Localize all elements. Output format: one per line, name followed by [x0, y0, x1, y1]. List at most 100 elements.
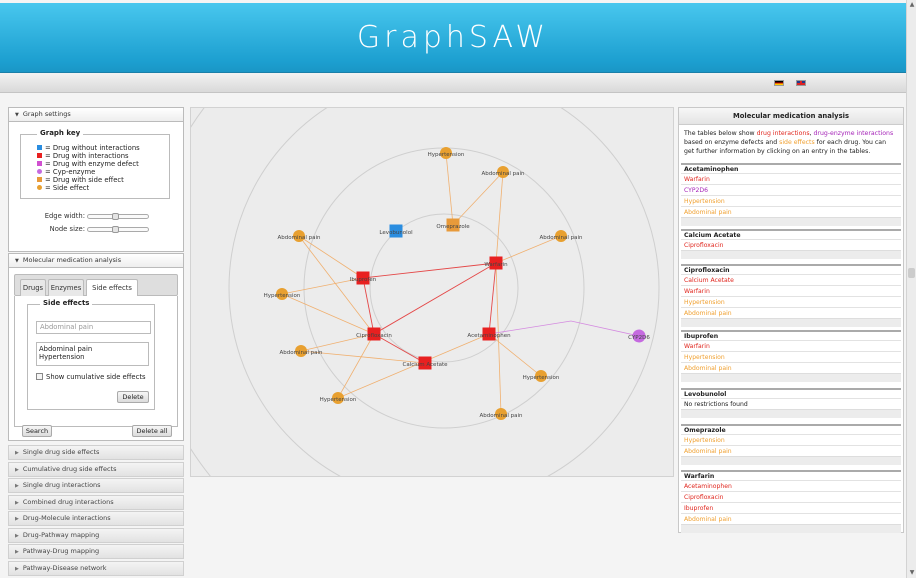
list-item[interactable]: Abdominal pain [39, 345, 146, 353]
drug-table-footer [681, 456, 901, 465]
tab-drugs[interactable]: Drugs [20, 279, 46, 296]
list-item[interactable]: Hypertension [39, 353, 146, 361]
drug-table: Ciprofloxacin Calcium Acetate Warfarin Hype… [681, 264, 901, 327]
drug-table-row[interactable]: Abdominal pain [681, 513, 901, 524]
graph-settings-panel: Graph key = Drug without interactions = D… [8, 122, 184, 252]
drug-table-row[interactable]: CYP2D6 [681, 184, 901, 195]
triangle-right-icon: ▶ [15, 483, 19, 489]
node-size-slider-handle[interactable] [112, 226, 119, 233]
graph-key-label: = Drug with enzyme defect [45, 160, 139, 168]
drug-table-row[interactable]: No restrictions found [681, 398, 901, 409]
drug-table-row[interactable]: Hypertension [681, 195, 901, 206]
language-bar [0, 73, 906, 93]
accordion-item[interactable]: ▶ Single drug side effects [8, 445, 184, 460]
delete-button[interactable]: Delete [117, 391, 149, 403]
accordion-item[interactable]: ▶ Cumulative drug side effects [8, 461, 184, 477]
drug-table-row[interactable]: Ciprofloxacin [681, 239, 901, 250]
de-flag-icon[interactable] [774, 80, 784, 86]
gb-flag-icon[interactable] [796, 80, 806, 86]
cumulative-checkbox-row[interactable]: Show cumulative side effects [36, 373, 146, 381]
drug-label: Levobunolol [379, 230, 413, 236]
mma-header[interactable]: ▼ Molecular medication analysis [8, 253, 184, 268]
drug-table-row[interactable]: Calcium Acetate [681, 274, 901, 285]
drug-table-row[interactable]: Warfarin [681, 285, 901, 296]
results-intro: The tables below show drug interactions,… [684, 129, 898, 156]
side-effect-label: Abdominal pain [479, 413, 523, 419]
square-swatch-icon [37, 177, 42, 182]
side-effect-label: Abdominal pain [481, 171, 525, 177]
scroll-thumb[interactable] [908, 268, 915, 278]
side-effect-edge [495, 171, 504, 264]
side-effect-label: Hypertension [428, 152, 465, 158]
drug-table-row[interactable]: Hypertension [681, 434, 901, 445]
interaction-edge [488, 262, 497, 335]
side-effect-edge [298, 235, 375, 335]
accordion-item[interactable]: ▶ Drug-Pathway mapping [8, 527, 184, 543]
accordion-item[interactable]: ▶ Drug-Molecule interactions [8, 511, 184, 526]
side-effect-edge [488, 333, 542, 377]
intro-text: side effects [779, 139, 815, 146]
drug-label: Acetaminophen [467, 333, 511, 339]
drug-table: Levobunolol No restrictions found [681, 388, 901, 418]
results-panel: Molecular medication analysis The tables… [678, 107, 904, 533]
drug-table-row[interactable]: Abdominal pain [681, 206, 901, 217]
graph-key-label: = Drug with interactions [45, 152, 129, 160]
accordion-item[interactable]: ▶ Pathway-Disease network [8, 560, 184, 576]
drug-label: Warfarin [484, 262, 508, 268]
edge-width-slider[interactable] [87, 213, 149, 220]
scroll-down-arrow-icon[interactable]: ▼ [907, 568, 916, 578]
enzyme-edge [488, 320, 640, 337]
drug-graph[interactable]: Hypertension Abdominal pain Abdominal pain… [190, 107, 674, 477]
drug-table-header: Omeprazole [681, 424, 901, 434]
accordion-item[interactable]: ▶ Pathway-Drug mapping [8, 544, 184, 559]
drug-label: Calcium Acetate [402, 362, 448, 368]
drug-table-footer [681, 409, 901, 418]
side-effect-edge [298, 235, 364, 279]
tab-side-effects[interactable]: Side effects [86, 279, 138, 297]
drug-table-row[interactable]: Ibuprofen [681, 502, 901, 513]
interaction-edge [373, 262, 497, 335]
search-button[interactable]: Search [22, 425, 52, 437]
side-effect-label: Hypertension [320, 397, 357, 403]
triangle-down-icon: ▼ [15, 112, 19, 118]
triangle-down-icon: ▼ [15, 258, 19, 264]
side-effect-label: Abdominal pain [539, 235, 583, 241]
drug-table-row[interactable]: Acetaminophen [681, 480, 901, 491]
drug-table-row[interactable]: Abdominal pain [681, 362, 901, 373]
square-swatch-icon [37, 153, 42, 158]
accordion-item[interactable]: ▶ Single drug interactions [8, 478, 184, 493]
graph-settings-header[interactable]: ▼ Graph settings [8, 107, 184, 122]
tab-bar: Drugs Enzymes Side effects [14, 274, 178, 297]
circle-swatch-icon [37, 185, 42, 190]
side-effect-search-input[interactable]: Abdominal pain [36, 321, 151, 334]
header-banner: GraphSAW [0, 3, 906, 73]
drug-table-footer [681, 524, 901, 533]
drug-table-row[interactable]: Hypertension [681, 351, 901, 362]
square-swatch-icon [37, 161, 42, 166]
drug-table-row[interactable]: Abdominal pain [681, 307, 901, 318]
tab-enzymes[interactable]: Enzymes [48, 279, 84, 296]
drug-table-row[interactable]: Ciprofloxacin [681, 491, 901, 502]
drug-table-row[interactable]: Hypertension [681, 296, 901, 307]
accordion-item-label: Pathway-Disease network [22, 563, 107, 572]
graph-key-item: = Side effect [37, 184, 89, 192]
side-effect-edge [281, 293, 375, 335]
accordion-item-label: Pathway-Drug mapping [22, 547, 100, 555]
graph-key-item: = Drug without interactions [37, 144, 140, 152]
orbit-ring [303, 147, 585, 429]
drug-table: Warfarin Acetaminophen Ciprofloxacin Ibupro… [681, 470, 901, 533]
page-scrollbar[interactable]: ▲ ▼ [906, 0, 916, 578]
accordion-item[interactable]: ▶ Combined drug interactions [8, 494, 184, 510]
drug-table: Ibuprofen Warfarin Hypertension Abdominal p… [681, 330, 901, 382]
cumulative-checkbox[interactable] [36, 373, 43, 380]
drug-table: Calcium Acetate Ciprofloxacin [681, 229, 901, 259]
drug-table-header: Warfarin [681, 470, 901, 480]
edge-width-slider-handle[interactable] [112, 213, 119, 220]
side-effects-list[interactable]: Abdominal pain Hypertension [36, 342, 149, 366]
side-effect-label: Abdominal pain [277, 235, 321, 241]
delete-all-button[interactable]: Delete all [132, 425, 172, 437]
drug-table-header: Ciprofloxacin [681, 264, 901, 274]
node-size-slider[interactable] [87, 226, 149, 233]
drug-table-row[interactable]: Abdominal pain [681, 445, 901, 456]
scroll-up-arrow-icon[interactable]: ▲ [907, 0, 916, 10]
